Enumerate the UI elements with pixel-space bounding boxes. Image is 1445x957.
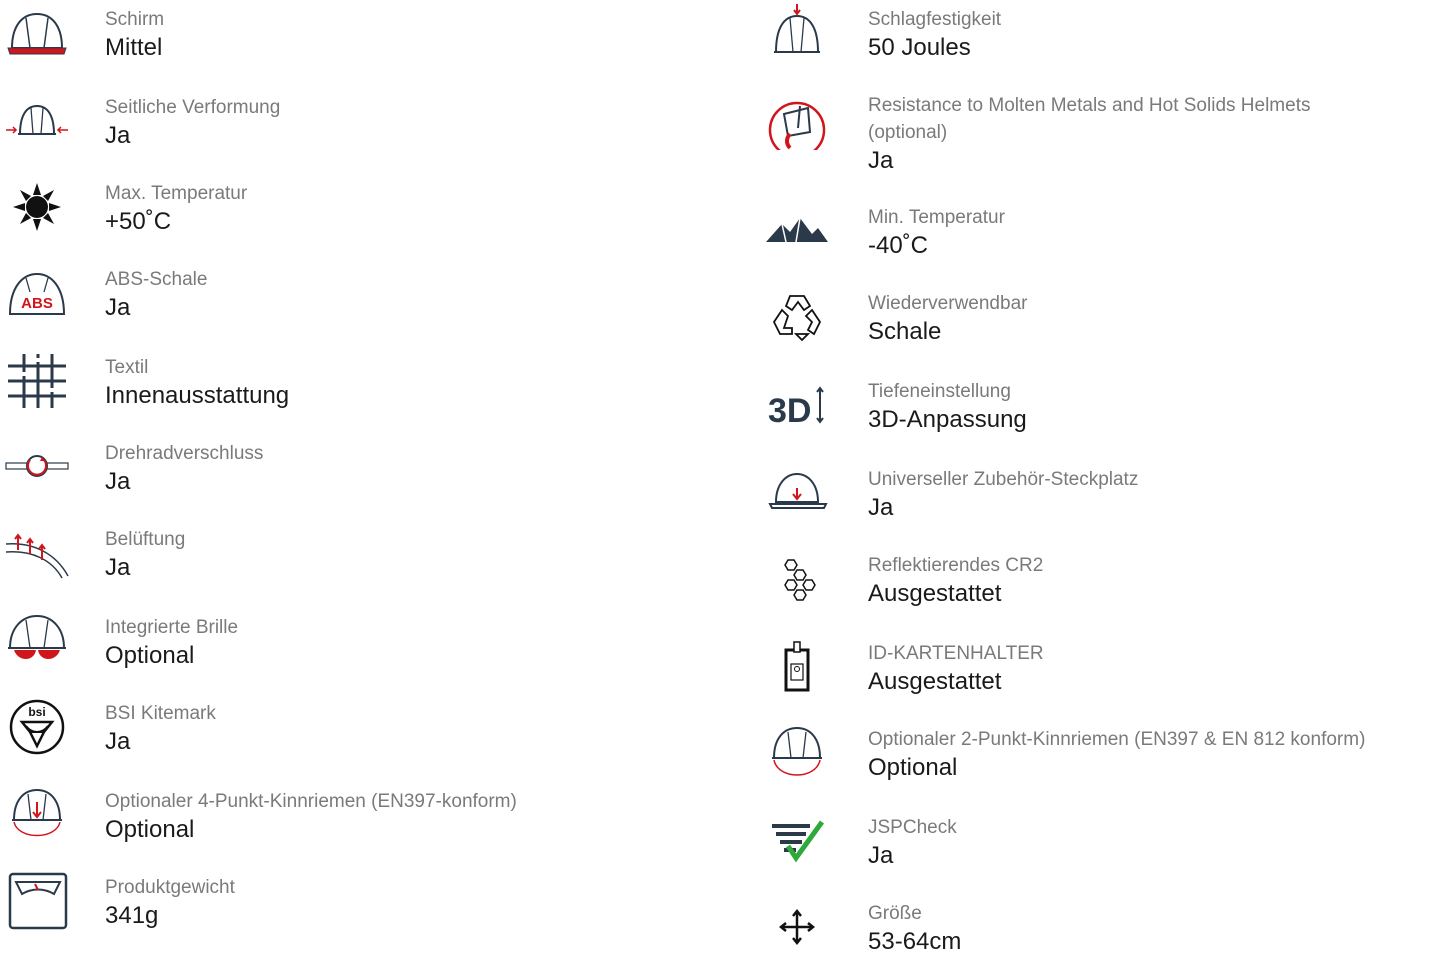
helmet-peak-icon <box>4 4 70 62</box>
feature-value: 341g <box>105 902 159 929</box>
feature-label: Größe <box>868 903 922 924</box>
feature-value: Ja <box>868 147 894 174</box>
feature-label: Universeller Zubehör-Steckplatz <box>868 469 1139 490</box>
recycle-icon <box>764 288 830 346</box>
feature-label-continued: (optional) <box>868 122 948 143</box>
textile-icon <box>4 352 70 410</box>
feature-label: ABS-Schale <box>105 269 208 290</box>
feature-label: Drehradverschluss <box>105 443 264 464</box>
feature-value: 53-64cm <box>868 928 962 955</box>
abs-shell-icon: ABS <box>4 266 70 324</box>
ventilation-icon <box>4 524 70 582</box>
wheel-ratchet-icon <box>4 438 70 496</box>
feature-value: Ja <box>868 494 894 521</box>
bsi-kitemark-icon: bsi <box>4 698 70 756</box>
feature-value: Optional <box>868 754 958 781</box>
feature-value: Ausgestattet <box>868 580 1002 607</box>
feature-value: 3D-Anpassung <box>868 406 1027 433</box>
feature-value: Optional <box>105 642 195 669</box>
lateral-deformation-icon <box>4 94 70 152</box>
feature-label: Max. Temperatur <box>105 183 248 204</box>
feature-label: Schirm <box>105 9 165 30</box>
weight-scale-icon <box>4 872 70 930</box>
feature-label: Schlagfestigkeit <box>868 9 1002 30</box>
feature-value: -40˚C <box>868 232 929 259</box>
molten-metal-icon <box>764 92 830 150</box>
feature-label: Optionaler 4-Punkt-Kinnriemen (EN397-kon… <box>105 791 517 812</box>
feature-label: Reflektierendes CR2 <box>868 555 1044 576</box>
feature-label: Produktgewicht <box>105 877 235 898</box>
feature-value: Innenausstattung <box>105 382 290 409</box>
feature-value: Ja <box>105 294 131 321</box>
integrated-glasses-icon <box>4 612 70 670</box>
feature-value: Ausgestattet <box>868 668 1002 695</box>
feature-label: BSI Kitemark <box>105 703 216 724</box>
feature-value: Mittel <box>105 34 163 61</box>
feature-label: Integrierte Brille <box>105 617 239 638</box>
feature-label: Optionaler 2-Punkt-Kinnriemen (EN397 & E… <box>868 729 1366 750</box>
four-point-chinstrap-icon <box>4 786 70 844</box>
3d-adjust-icon: 3D <box>764 376 830 434</box>
feature-value: Ja <box>105 122 131 149</box>
feature-value: Ja <box>105 468 131 495</box>
accessory-slot-icon <box>764 464 830 522</box>
two-point-chinstrap-icon <box>764 724 830 782</box>
svg-text:ABS: ABS <box>21 295 53 312</box>
reflective-hexagon-icon <box>764 550 830 608</box>
svg-text:3D: 3D <box>768 392 811 430</box>
feature-label: Min. Temperatur <box>868 207 1005 228</box>
feature-label: Belüftung <box>105 529 186 550</box>
feature-label: JSPCheck <box>868 817 957 838</box>
size-adjust-icon <box>764 898 830 956</box>
feature-label: Resistance to Molten Metals and Hot Soli… <box>868 95 1311 116</box>
feature-label: Seitliche Verformung <box>105 97 281 118</box>
id-card-holder-icon <box>764 638 830 696</box>
feature-label: Textil <box>105 357 149 378</box>
svg-text:bsi: bsi <box>28 705 45 719</box>
feature-value: Schale <box>868 318 942 345</box>
feature-label: Wiederverwendbar <box>868 293 1028 314</box>
feature-value: Ja <box>105 728 131 755</box>
jspcheck-icon <box>764 812 830 870</box>
feature-value: Optional <box>105 816 195 843</box>
feature-value: Ja <box>868 842 894 869</box>
feature-label: Tiefeneinstellung <box>868 381 1011 402</box>
mountains-cold-icon <box>764 202 830 260</box>
sun-heat-icon <box>4 178 70 236</box>
feature-value: +50˚C <box>105 208 172 235</box>
feature-value: 50 Joules <box>868 34 971 61</box>
impact-resistance-icon <box>764 4 830 62</box>
feature-label: ID-KARTENHALTER <box>868 643 1044 664</box>
feature-value: Ja <box>105 554 131 581</box>
